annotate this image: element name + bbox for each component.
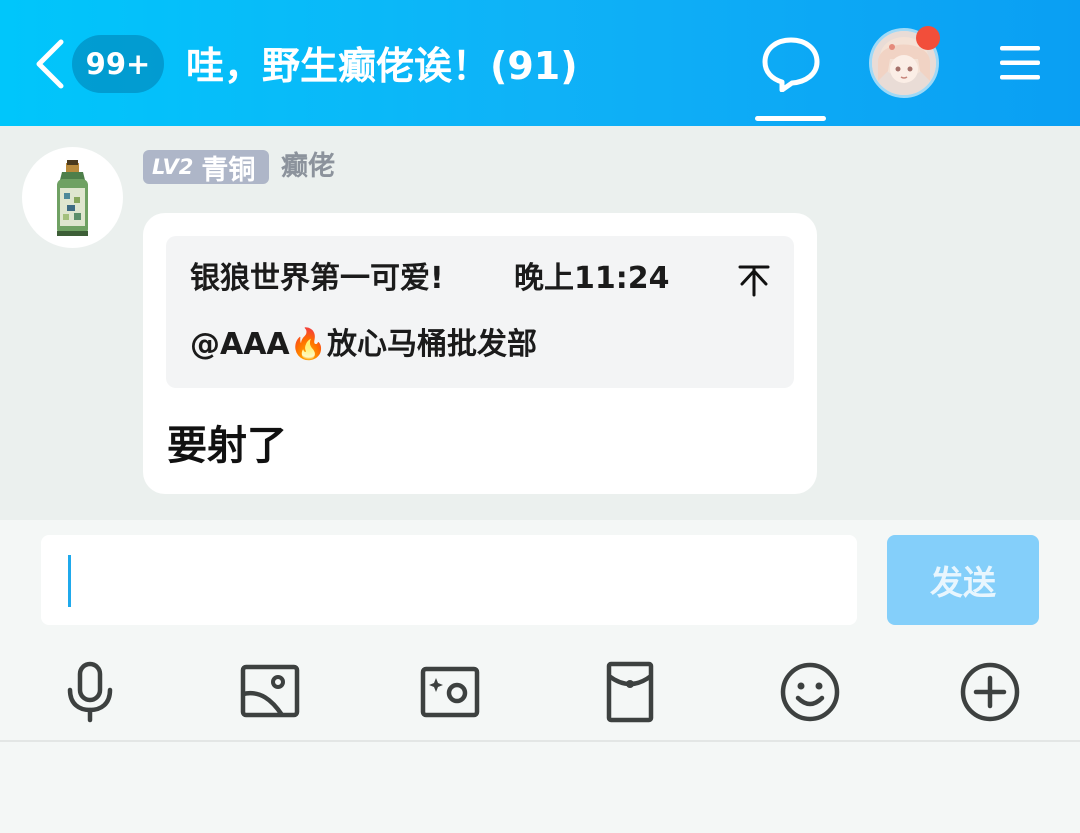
text-cursor xyxy=(68,555,71,607)
image-button[interactable] xyxy=(238,660,302,724)
chat-bubble-icon xyxy=(762,37,820,93)
camera-button[interactable] xyxy=(418,660,482,724)
quoted-message[interactable]: 银狼世界第一可爱! 晚上11:24 @AAA🔥放心马桶批发部 xyxy=(166,236,794,388)
message-input[interactable] xyxy=(41,535,857,625)
quote-content: @AAA🔥放心马桶批发部 xyxy=(190,327,538,362)
emoji-button[interactable] xyxy=(778,660,842,724)
microphone-icon xyxy=(67,661,113,723)
voice-button[interactable] xyxy=(58,660,122,724)
rank-label: 青铜 xyxy=(201,154,256,186)
menu-button[interactable] xyxy=(998,44,1042,82)
red-packet-icon xyxy=(606,661,654,723)
unread-count-badge[interactable]: 99+ xyxy=(72,35,164,93)
send-button[interactable]: 发送 xyxy=(887,535,1039,625)
quote-author: 银狼世界第一可爱! xyxy=(190,261,444,296)
message-text: 要射了 xyxy=(167,423,287,469)
active-tab-indicator xyxy=(755,116,826,121)
red-packet-button[interactable] xyxy=(598,660,662,724)
level-badge: LV2 青铜 xyxy=(143,150,269,186)
notification-dot xyxy=(916,26,940,50)
bottle-avatar-image xyxy=(57,160,88,236)
camera-icon xyxy=(420,666,480,718)
message-bubble[interactable]: 银狼世界第一可爱! 晚上11:24 @AAA🔥放心马桶批发部 要射了 xyxy=(143,213,817,494)
input-bar: 发送 xyxy=(0,520,1080,740)
more-button[interactable] xyxy=(958,660,1022,724)
quote-time: 晚上11:24 xyxy=(514,261,670,296)
sender-avatar[interactable] xyxy=(22,147,123,248)
plus-circle-icon xyxy=(960,662,1020,722)
bottom-panel xyxy=(0,742,1080,833)
chat-header: 99+ 哇，野生癫佬诶！(91) xyxy=(0,0,1080,126)
chat-title: 哇，野生癫佬诶！(91) xyxy=(186,44,578,88)
emoji-icon xyxy=(780,662,840,722)
chat-tab-button[interactable] xyxy=(760,36,822,93)
hamburger-menu-icon xyxy=(1000,46,1040,80)
arrow-up-to-top-icon xyxy=(738,265,770,297)
back-button[interactable] xyxy=(28,34,72,94)
jump-to-quote-button[interactable] xyxy=(736,262,772,298)
sender-name[interactable]: 癫佬 xyxy=(281,148,335,186)
chevron-left-icon xyxy=(36,39,64,89)
level-label: LV2 xyxy=(152,155,194,179)
image-icon xyxy=(240,664,300,718)
message-list[interactable]: LV2 青铜 癫佬 银狼世界第一可爱! 晚上11:24 @AAA🔥放心马桶批发部… xyxy=(0,126,1080,520)
